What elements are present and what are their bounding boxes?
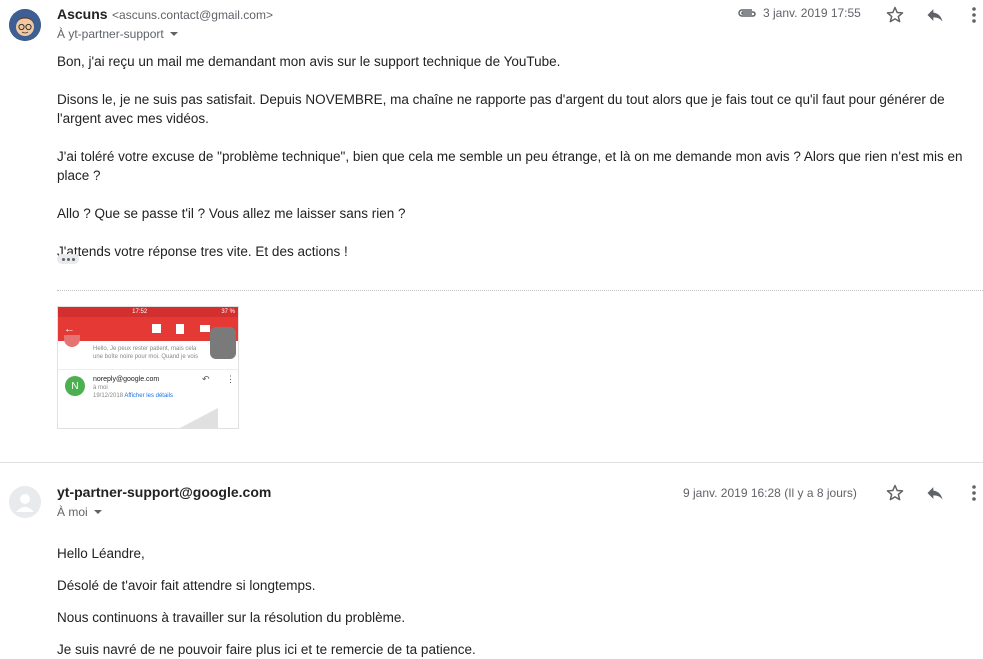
attachment-thumbnail[interactable]: 17:52 37 % ← Hello, Je peux rester patie… xyxy=(57,306,239,429)
status-time: 17:52 xyxy=(132,309,148,315)
preview-line: une boîte noire pour moi. Quand je vois xyxy=(93,354,199,360)
reply-icon: ↶ xyxy=(202,374,210,384)
reply-button[interactable] xyxy=(923,481,947,505)
avatar-circle xyxy=(64,335,80,347)
star-icon xyxy=(886,6,904,23)
show-trimmed-content-button[interactable] xyxy=(57,254,79,264)
sender-initial: N xyxy=(65,376,85,396)
recipient: à moi xyxy=(93,385,108,391)
preview-line: Hello, Je peux rester patient, mais cela xyxy=(93,346,197,352)
sender-line: Ascuns <ascuns.contact@gmail.com> xyxy=(57,6,273,24)
star-icon xyxy=(886,484,904,501)
recipient-toggle[interactable]: À yt-partner-support xyxy=(57,27,178,41)
message-date: 3 janv. 2019 17:55 xyxy=(763,6,861,20)
message-body: Bon, j'ai reçu un mail me demandant mon … xyxy=(57,52,977,261)
message-date: 9 janv. 2019 16:28 (Il y a 8 jours) xyxy=(683,486,857,500)
sender-email: <ascuns.contact@gmail.com> xyxy=(112,8,273,22)
status-battery: 37 % xyxy=(221,309,236,315)
reply-icon xyxy=(927,487,943,500)
body-paragraph: Allo ? Que se passe t'il ? Vous allez me… xyxy=(57,206,406,221)
message-meta: 3 janv. 2019 17:55 xyxy=(737,6,861,20)
attachment-divider xyxy=(57,290,983,291)
more-vert-icon xyxy=(972,485,976,501)
chevron-down-icon xyxy=(93,510,102,514)
sender-name: yt-partner-support@google.com xyxy=(57,484,272,500)
archive-icon xyxy=(152,324,161,333)
reply-button[interactable] xyxy=(923,3,947,27)
recipient-label: À moi xyxy=(57,505,88,519)
body-paragraph: Hello Léandre, xyxy=(57,546,145,561)
body-paragraph: Désolé de t'avoir fait attendre si longt… xyxy=(57,578,316,593)
more-options-button[interactable] xyxy=(962,3,983,27)
delete-icon xyxy=(176,324,184,334)
person-icon xyxy=(9,486,41,518)
page-fold xyxy=(180,388,218,428)
preview-block: Hello, Je peux rester patient, mais cela… xyxy=(58,335,238,369)
more-options-button[interactable] xyxy=(962,481,983,505)
body-paragraph: Disons le, je ne suis pas satisfait. Dep… xyxy=(57,92,945,126)
star-button[interactable] xyxy=(883,3,907,27)
more-vert-icon: ⋮ xyxy=(226,374,235,384)
details-link: Afficher les détails xyxy=(124,393,173,399)
sender-email: noreply@google.com xyxy=(93,376,160,383)
paperclip-icon xyxy=(738,9,756,17)
recipient-toggle[interactable]: À moi xyxy=(57,505,102,519)
message-separator xyxy=(0,462,983,463)
body-paragraph: J'attends votre réponse tres vite. Et de… xyxy=(57,244,348,259)
avatar-icon xyxy=(9,9,41,41)
body-paragraph: Bon, j'ai reçu un mail me demandant mon … xyxy=(57,54,561,69)
more-vert-icon xyxy=(972,7,976,23)
default-avatar[interactable] xyxy=(9,486,41,518)
sender-name: Ascuns xyxy=(57,6,108,22)
message-date: 19/12/2018 xyxy=(93,393,124,399)
mail-icon xyxy=(200,325,210,332)
phone-toolbar: ← xyxy=(58,317,238,359)
sender-avatar[interactable] xyxy=(9,9,41,41)
reply-icon xyxy=(927,9,943,22)
star-button[interactable] xyxy=(883,481,907,505)
message-body: Hello Léandre, Désolé de t'avoir fait at… xyxy=(57,544,977,659)
recipient-label: À yt-partner-support xyxy=(57,27,164,41)
body-paragraph: Nous continuons à travailler sur la réso… xyxy=(57,610,406,625)
back-arrow-icon: ← xyxy=(64,323,75,335)
phone-status-bar: 17:52 37 % xyxy=(58,307,238,317)
message-date-line: 19/12/2018 Afficher les détails xyxy=(93,392,173,400)
body-paragraph: J'ai toléré votre excuse de "problème te… xyxy=(57,149,963,183)
chevron-down-icon xyxy=(169,32,178,36)
